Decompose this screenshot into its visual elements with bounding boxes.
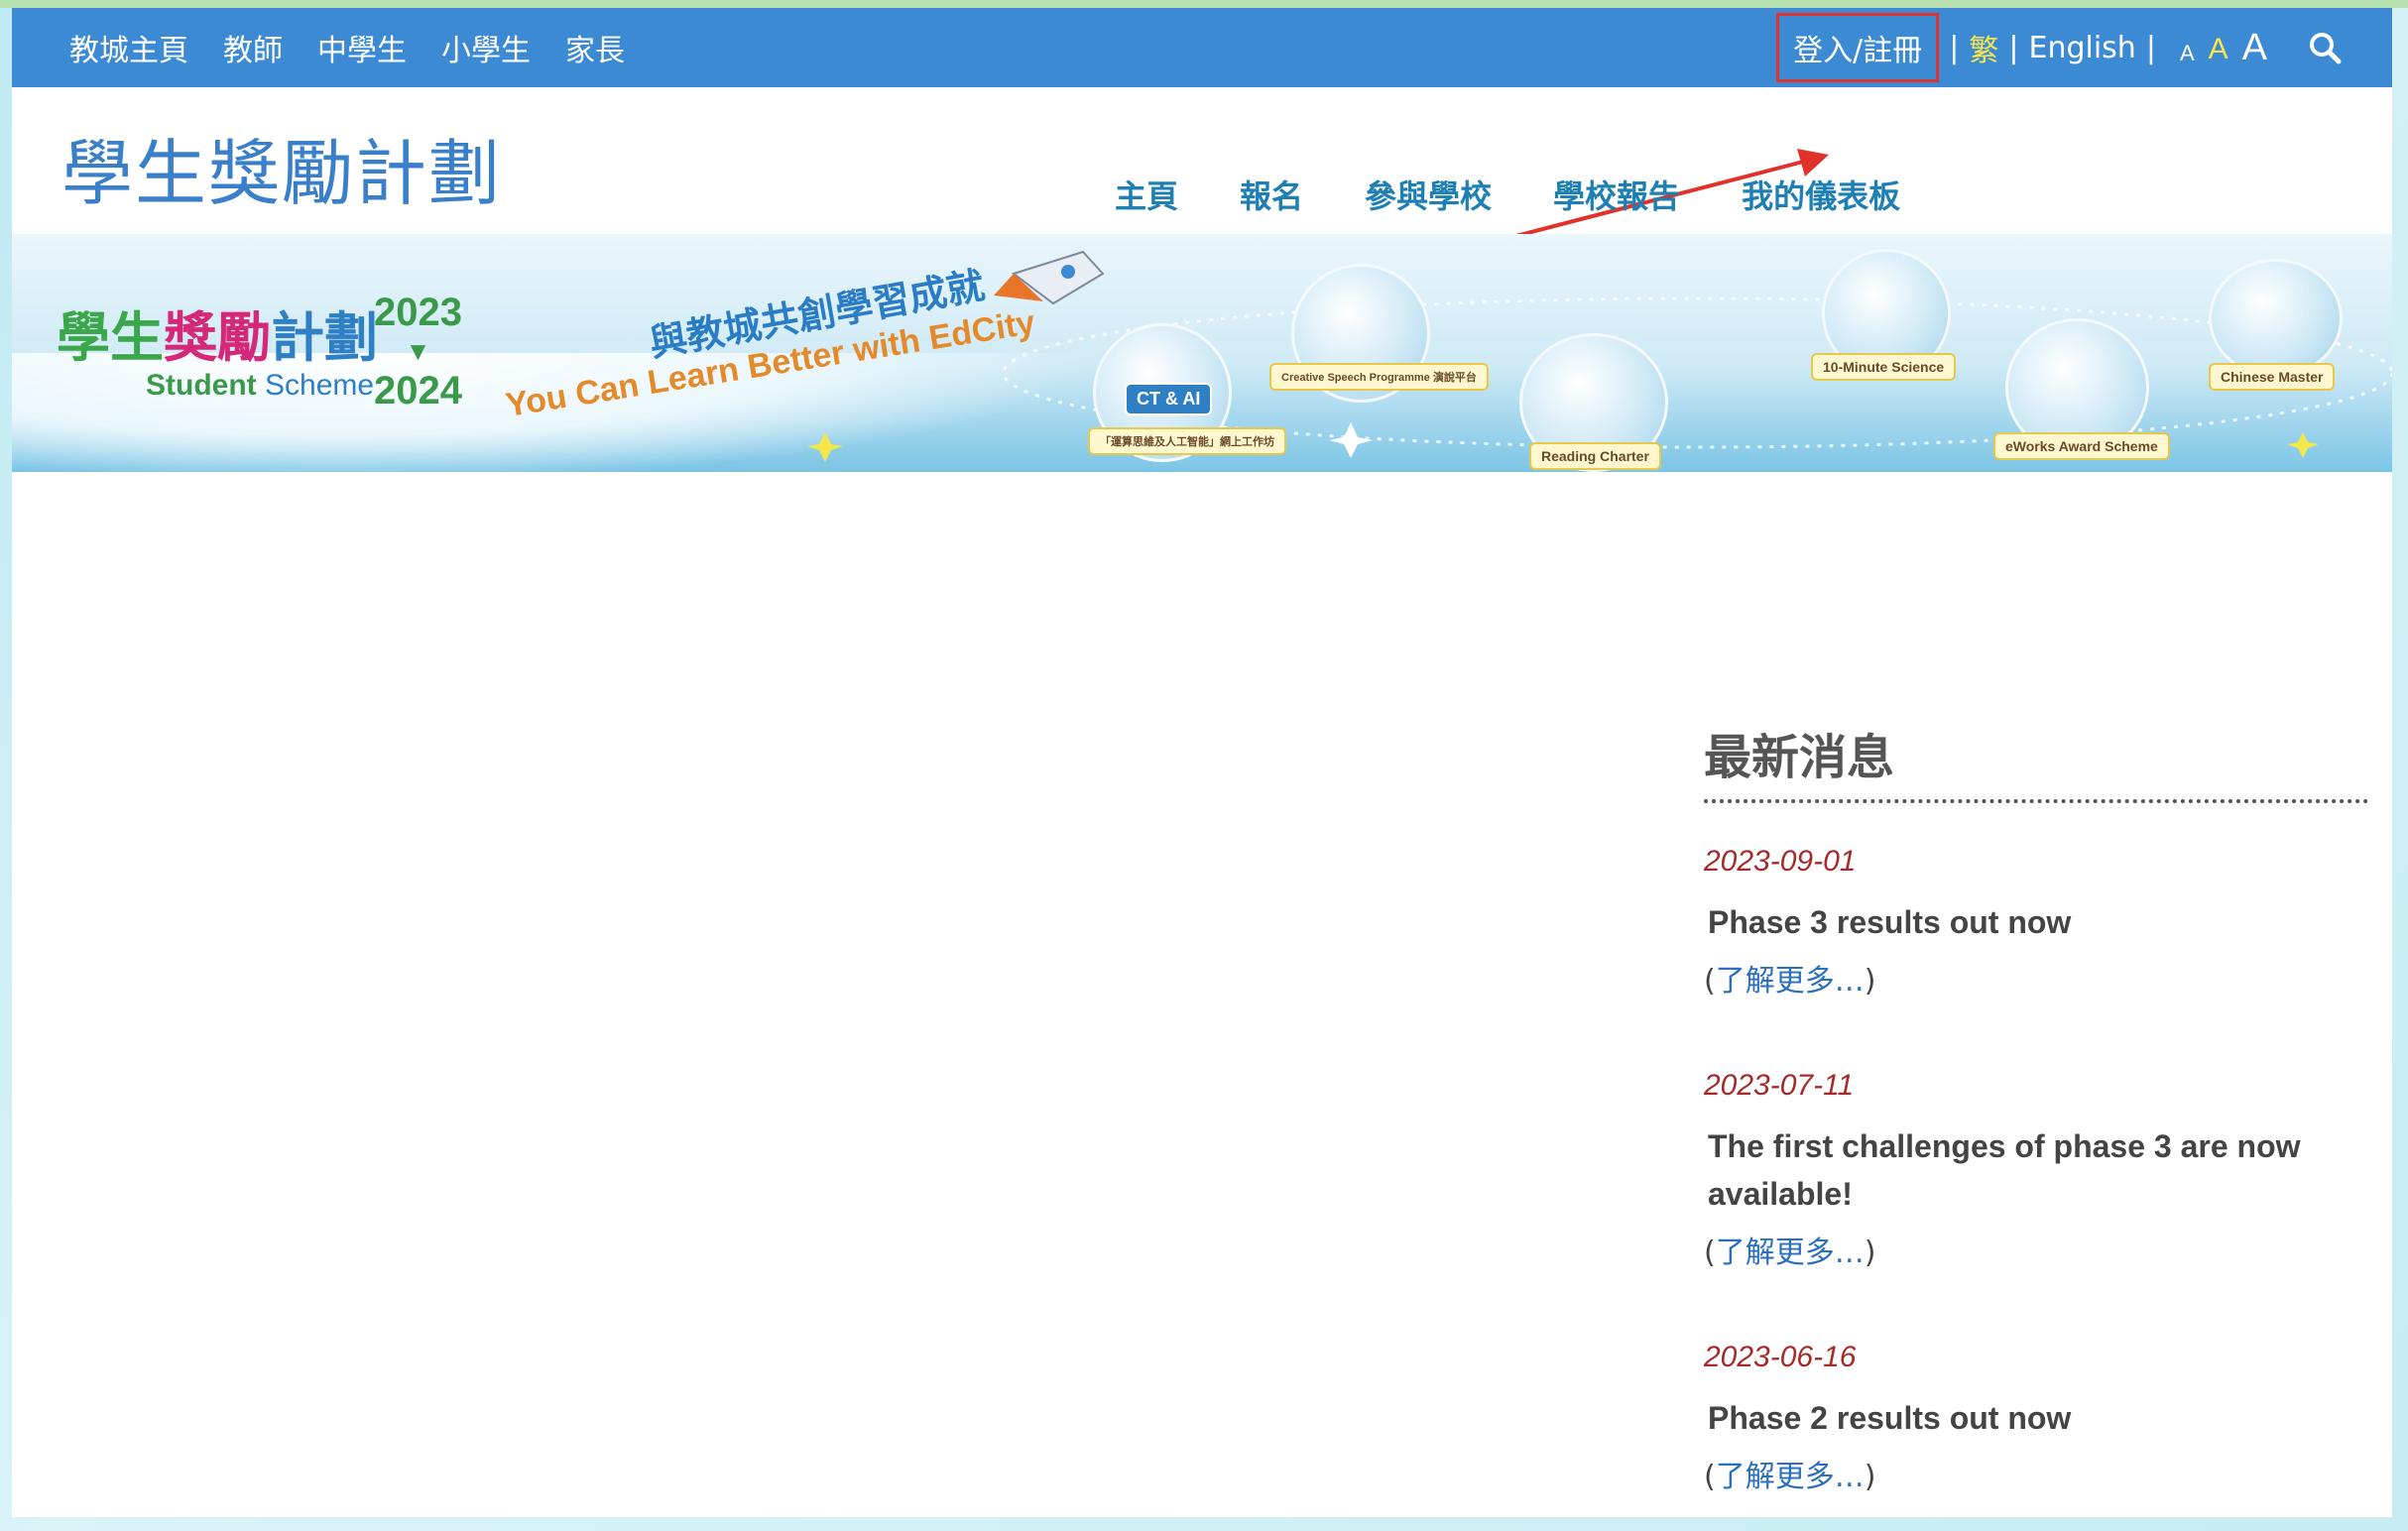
banner-title-part: 計劃 xyxy=(271,306,378,369)
main-nav: 主頁 報名 參與學校 學校報告 我的儀表板 xyxy=(1115,172,1900,217)
top-nav-edcity-home[interactable]: 教城主頁 xyxy=(69,26,188,69)
banner-title-part: 學生 xyxy=(57,306,164,369)
top-nav-teacher[interactable]: 教師 xyxy=(223,26,283,69)
lang-english-link[interactable]: English xyxy=(2029,31,2136,65)
news-more: (了解更多…) xyxy=(1704,956,2368,1000)
news-item: 2023-06-16 Phase 2 results out now (了解更多… xyxy=(1704,1341,2368,1495)
top-bar: 教城主頁 教師 中學生 小學生 家長 登入/註冊 | 繁 | English |… xyxy=(12,8,2392,87)
banner-year-start: 2023 xyxy=(374,291,462,334)
news-date: 2023-07-11 xyxy=(1704,1069,1855,1102)
news-headline: Phase 3 results out now xyxy=(1708,904,2072,940)
news-item: 2023-07-11 The first challenges of phase… xyxy=(1704,1069,2368,1271)
paren: ) xyxy=(1864,1236,1876,1270)
news-headline: Phase 2 results out now xyxy=(1708,1400,2072,1436)
ct-ai-label: CT & AI xyxy=(1125,383,1213,415)
paren: ( xyxy=(1704,1236,1716,1270)
read-more-link[interactable]: 了解更多… xyxy=(1716,1460,1865,1494)
top-strip xyxy=(0,0,2408,8)
banner-title: 學生獎勵計劃 xyxy=(57,294,378,372)
banner-scheme-part: Scheme xyxy=(265,369,375,402)
banner-scheme-label: Student Scheme xyxy=(146,369,374,403)
ten-minute-science-label: 10-Minute Science xyxy=(1811,353,1957,381)
top-utilities: 登入/註冊 | 繁 | English | A A A xyxy=(1776,8,2343,87)
main-nav-my-dashboard[interactable]: 我的儀表板 xyxy=(1742,172,1900,217)
lang-traditional-link[interactable]: 繁 xyxy=(1969,26,1998,69)
banner-year-arrow: ▼ xyxy=(405,336,431,366)
login-register-button[interactable]: 登入/註冊 xyxy=(1776,13,1940,82)
chinese-master-label: Chinese Master xyxy=(2209,363,2336,391)
hero-banner: 學生獎勵計劃 Student Scheme 2023 ▼ 2024 與教城共創學… xyxy=(12,234,2392,472)
paren: ) xyxy=(1864,964,1876,999)
news-heading: 最新消息 xyxy=(1704,718,2368,803)
main-nav-participating-schools[interactable]: 參與學校 xyxy=(1365,172,1492,217)
news-headline: The first challenges of phase 3 are now … xyxy=(1708,1128,2301,1212)
separator: | xyxy=(2145,30,2156,65)
paren: ( xyxy=(1704,1460,1716,1494)
news-date: 2023-06-16 xyxy=(1704,1341,1857,1373)
read-more-link[interactable]: 了解更多… xyxy=(1716,1236,1865,1270)
top-nav-primary-student[interactable]: 小學生 xyxy=(441,26,531,69)
main-nav-school-reports[interactable]: 學校報告 xyxy=(1553,172,1680,217)
creative-speech-label: Creative Speech Programme 演說平台 xyxy=(1269,363,1489,391)
font-size-large-button[interactable]: A xyxy=(2242,29,2267,66)
top-nav: 教城主頁 教師 中學生 小學生 家長 xyxy=(69,8,625,87)
banner-year-end: 2024 xyxy=(374,369,462,413)
read-more-link[interactable]: 了解更多… xyxy=(1716,964,1865,999)
paren: ) xyxy=(1864,1460,1876,1494)
paren: ( xyxy=(1704,964,1716,999)
reading-charter-label: Reading Charter xyxy=(1529,442,1661,470)
main-nav-home[interactable]: 主頁 xyxy=(1115,172,1178,217)
font-size-small-button[interactable]: A xyxy=(2180,41,2195,66)
news-more: (了解更多…) xyxy=(1704,1452,2368,1495)
font-size-medium-button[interactable]: A xyxy=(2209,33,2228,66)
separator: | xyxy=(2008,30,2019,65)
top-nav-parent[interactable]: 家長 xyxy=(565,26,625,69)
site-logo-title[interactable]: 學生獎勵計劃 xyxy=(61,115,502,219)
eworks-award-label: eWorks Award Scheme xyxy=(1993,432,2170,460)
news-item: 2023-09-01 Phase 3 results out now (了解更多… xyxy=(1704,845,2368,1000)
separator: | xyxy=(1949,30,1960,65)
news-date: 2023-09-01 xyxy=(1704,845,1857,878)
latest-news-panel: 最新消息 2023-09-01 Phase 3 results out now … xyxy=(1704,718,2368,1495)
banner-title-part: 獎勵 xyxy=(164,306,271,369)
top-nav-secondary-student[interactable]: 中學生 xyxy=(317,26,407,69)
search-icon[interactable] xyxy=(2307,30,2343,65)
chinese-master-badge[interactable] xyxy=(2209,259,2343,378)
news-more: (了解更多…) xyxy=(1704,1228,2368,1271)
main-nav-enrol[interactable]: 報名 xyxy=(1240,172,1303,217)
banner-scheme-part: Student xyxy=(146,369,257,402)
site-header: 學生獎勵計劃 主頁 報名 參與學校 學校報告 我的儀表板 xyxy=(12,87,2392,250)
font-size-controls: A A A xyxy=(2180,29,2267,66)
page: 教城主頁 教師 中學生 小學生 家長 登入/註冊 | 繁 | English |… xyxy=(12,8,2392,1517)
ct-ai-subtitle: 「運算思維及人工智能」網上工作坊 xyxy=(1088,427,1286,455)
banner-year: 2023 ▼ 2024 xyxy=(374,289,462,414)
